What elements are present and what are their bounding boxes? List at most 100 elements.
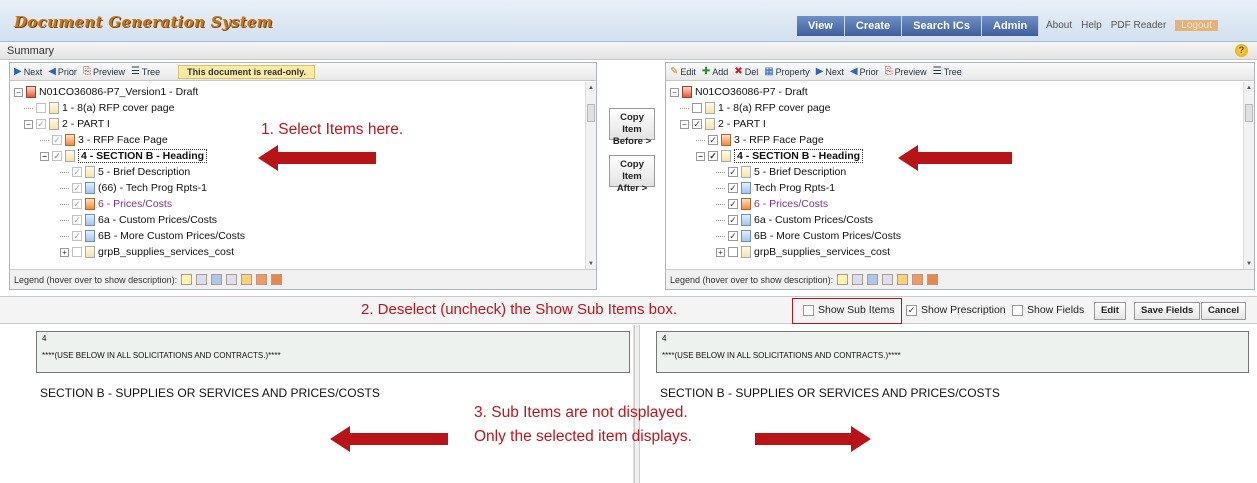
collapse-icon[interactable]: − — [670, 87, 679, 97]
item-checkbox[interactable]: ✓ — [728, 199, 738, 209]
property-button[interactable]: ▦ Property — [764, 66, 809, 77]
target-tree-scrollbar[interactable]: ▲ ▼ — [1243, 82, 1254, 270]
tree-item[interactable]: 1 - 8(a) RFP cover page — [680, 100, 830, 116]
tree-root[interactable]: − N01CO36086-P7 - Draft — [670, 84, 808, 100]
tree-item-selected[interactable]: − ✓ 4 - SECTION B - Heading — [40, 148, 208, 164]
nav-tab-search-ics[interactable]: Search ICs — [902, 16, 982, 36]
collapse-icon[interactable]: − — [40, 151, 49, 161]
prior-button[interactable]: ◀ Prior — [48, 66, 77, 77]
collapse-icon[interactable]: − — [680, 119, 689, 129]
tree-item[interactable]: ✓ Tech Prog Rpts-1 — [716, 180, 835, 196]
preview-button[interactable]: ⎘ Preview — [83, 66, 125, 77]
tree-item[interactable]: − ✓ 2 - PART I — [680, 116, 766, 132]
source-tree-scrollbar[interactable]: ▲ ▼ — [585, 82, 596, 270]
about-link[interactable]: About — [1046, 20, 1072, 31]
tree-item-selected[interactable]: − ✓ 4 - SECTION B - Heading — [696, 148, 864, 164]
tree-item[interactable]: − ✓ 2 - PART I — [24, 116, 110, 132]
scroll-up-icon[interactable]: ▲ — [588, 85, 594, 91]
item-checkbox[interactable]: ✓ — [72, 167, 82, 177]
tree-item[interactable]: ✓ 6B - More Custom Prices/Costs — [60, 228, 245, 244]
cancel-button[interactable]: Cancel — [1201, 302, 1247, 320]
show-fields-checkbox[interactable] — [1012, 304, 1023, 316]
edit-fields-button[interactable]: Edit — [1094, 302, 1126, 320]
item-checkbox[interactable]: ✓ — [728, 231, 738, 241]
help-link[interactable]: Help — [1081, 20, 1102, 31]
tree-item[interactable]: ✓ (66) - Tech Prog Rpts-1 — [60, 180, 207, 196]
legend-price-icon[interactable] — [927, 274, 939, 285]
item-checkbox[interactable]: ✓ — [692, 119, 702, 129]
item-checkbox[interactable]: ✓ — [72, 183, 82, 193]
tree-item[interactable]: ✓ 6B - More Custom Prices/Costs — [716, 228, 901, 244]
item-checkbox[interactable]: ✓ — [72, 231, 82, 241]
legend-table-icon[interactable] — [226, 274, 238, 285]
show-prescription-checkbox[interactable]: ✓ — [906, 304, 917, 316]
tree-item[interactable]: ✓ 6a - Custom Prices/Costs — [716, 212, 873, 228]
nav-tab-create[interactable]: Create — [844, 16, 903, 36]
tree-item[interactable]: ✓ 3 - RFP Face Page — [696, 132, 824, 148]
tree-item[interactable]: + grpB_supplies_services_cost — [60, 244, 234, 260]
item-checkbox[interactable] — [72, 247, 82, 257]
item-checkbox[interactable]: ✓ — [728, 215, 738, 225]
item-checkbox[interactable]: ✓ — [728, 183, 738, 193]
save-fields-button[interactable]: Save Fields — [1134, 302, 1201, 320]
scroll-up-icon[interactable]: ▲ — [1246, 85, 1252, 91]
edit-button[interactable]: ✎ Edit — [670, 66, 696, 77]
item-checkbox[interactable]: ✓ — [708, 151, 718, 161]
item-checkbox[interactable]: ✓ — [72, 215, 82, 225]
legend-document-icon[interactable] — [181, 274, 193, 285]
legend-copy-icon[interactable] — [852, 274, 864, 285]
tree-item[interactable]: + grpB_supplies_services_cost — [716, 244, 890, 260]
nav-tab-view[interactable]: View — [797, 16, 845, 36]
tree-button[interactable]: ☰ Tree — [131, 66, 160, 77]
legend-table-icon[interactable] — [882, 274, 894, 285]
tree-item[interactable]: 1 - 8(a) RFP cover page — [24, 100, 174, 116]
expand-icon[interactable]: + — [716, 247, 725, 257]
collapse-icon[interactable]: − — [696, 151, 705, 161]
item-checkbox[interactable]: ✓ — [52, 151, 62, 161]
pdf-reader-link[interactable]: PDF Reader — [1111, 20, 1167, 31]
tree-item[interactable]: ✓ 3 - RFP Face Page — [40, 132, 168, 148]
help-icon[interactable]: ? — [1235, 44, 1248, 57]
next-button[interactable]: ▶ Next — [816, 66, 844, 77]
prior-button[interactable]: ◀ Prior — [850, 66, 879, 77]
legend-clause-icon[interactable] — [867, 274, 879, 285]
item-checkbox[interactable] — [36, 103, 46, 113]
legend-prescription-icon[interactable] — [256, 274, 268, 285]
legend-prescription-icon[interactable] — [912, 274, 924, 285]
tree-item[interactable]: ✓ 6 - Prices/Costs — [60, 196, 172, 212]
logout-link[interactable]: Logout — [1175, 20, 1218, 31]
collapse-icon[interactable]: − — [14, 87, 23, 97]
legend-folder-icon[interactable] — [241, 274, 253, 285]
delete-button[interactable]: ✖ Del — [734, 66, 758, 77]
copy-item-after-button[interactable]: Copy Item After > — [609, 155, 655, 194]
tree-item[interactable]: ✓ 6 - Prices/Costs — [716, 196, 828, 212]
tree-item[interactable]: ✓ 6a - Custom Prices/Costs — [60, 212, 217, 228]
scroll-down-icon[interactable]: ▼ — [588, 261, 594, 267]
next-button[interactable]: ▶ Next — [14, 66, 42, 77]
preview-button[interactable]: ⎘ Preview — [885, 66, 927, 77]
item-checkbox[interactable] — [692, 103, 702, 113]
item-checkbox[interactable]: ✓ — [72, 199, 82, 209]
scroll-thumb[interactable] — [587, 104, 595, 122]
legend-folder-icon[interactable] — [897, 274, 909, 285]
legend-clause-icon[interactable] — [211, 274, 223, 285]
nav-tab-admin[interactable]: Admin — [982, 16, 1040, 36]
legend-document-icon[interactable] — [837, 274, 849, 285]
item-checkbox[interactable]: ✓ — [52, 135, 62, 145]
tree-button[interactable]: ☰ Tree — [933, 66, 962, 77]
tree-item[interactable]: ✓ 5 - Brief Description — [60, 164, 190, 180]
add-button[interactable]: ✚ Add — [702, 66, 728, 77]
item-checkbox[interactable]: ✓ — [36, 119, 46, 129]
legend-copy-icon[interactable] — [196, 274, 208, 285]
tree-item[interactable]: ✓ 5 - Brief Description — [716, 164, 846, 180]
legend-price-icon[interactable] — [271, 274, 283, 285]
item-checkbox[interactable]: ✓ — [708, 135, 718, 145]
show-prescription-option[interactable]: ✓ Show Prescription — [906, 304, 1006, 316]
scroll-thumb[interactable] — [1245, 104, 1253, 122]
expand-icon[interactable]: + — [60, 247, 69, 257]
tree-root[interactable]: − N01CO36086-P7_Version1 - Draft — [14, 84, 198, 100]
item-checkbox[interactable]: ✓ — [728, 167, 738, 177]
item-checkbox[interactable] — [728, 247, 738, 257]
show-fields-option[interactable]: Show Fields — [1012, 304, 1084, 316]
copy-item-before-button[interactable]: Copy Item Before > — [609, 108, 655, 147]
